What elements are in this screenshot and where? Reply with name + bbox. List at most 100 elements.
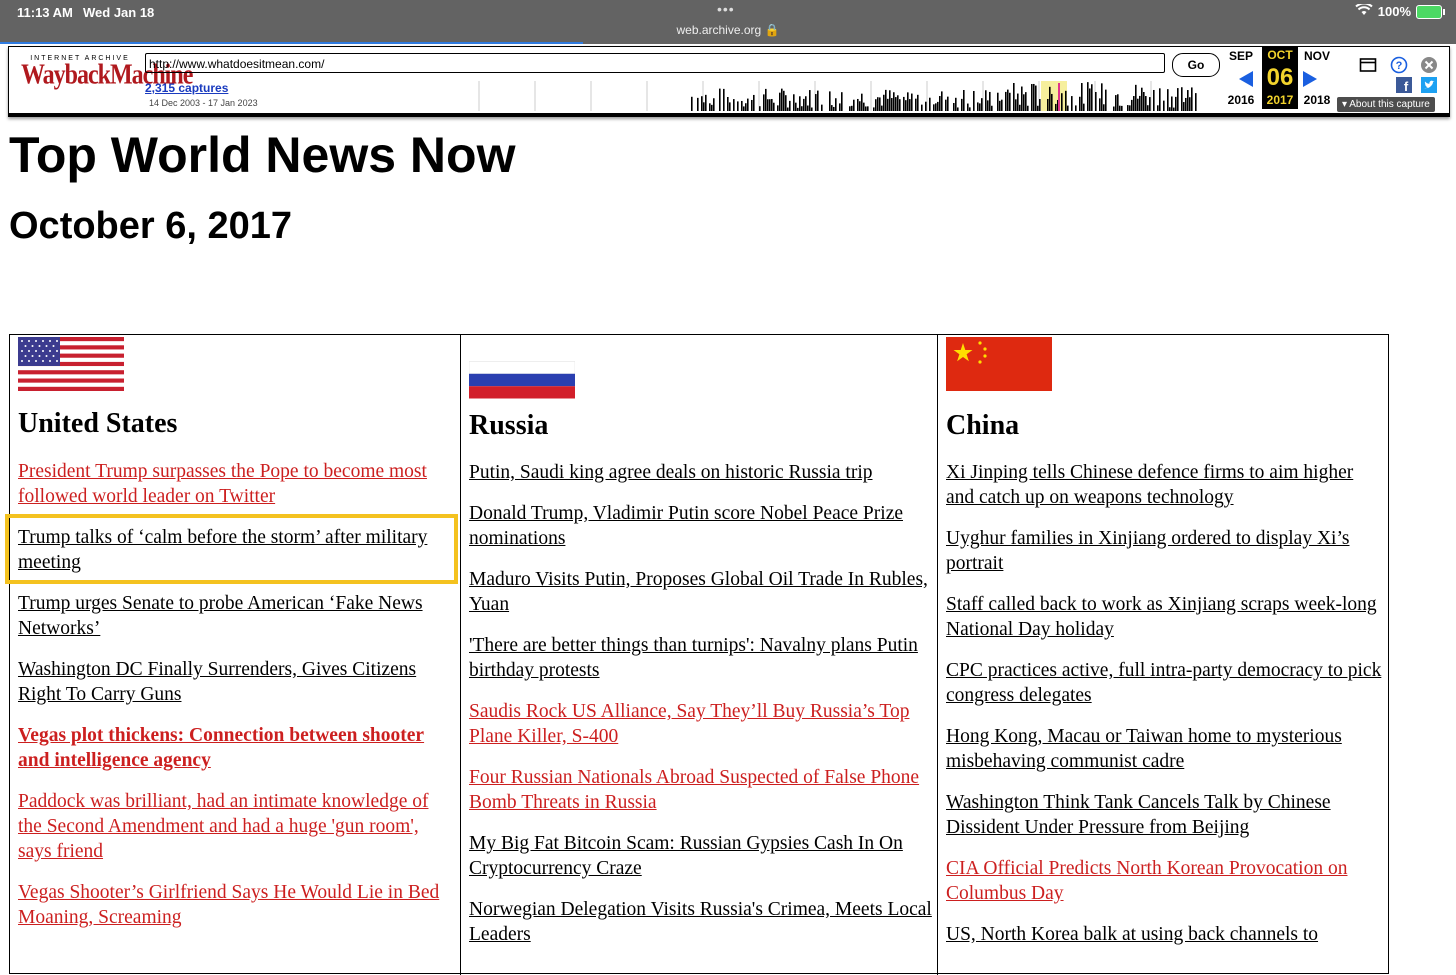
capture-bar — [1153, 89, 1155, 111]
capture-sparkline[interactable] — [469, 77, 1197, 111]
news-link[interactable]: CIA Official Predicts North Korean Provo… — [946, 856, 1384, 906]
capture-bar — [709, 103, 711, 111]
country-heading: Russia — [469, 410, 549, 441]
wayback-toolbar: INTERNET ARCHIVE WaybackMachine http://w… — [8, 46, 1450, 117]
captures-link[interactable]: 2,315 captures — [145, 81, 228, 95]
news-link[interactable]: Uyghur families in Xinjiang ordered to d… — [946, 526, 1384, 576]
capture-bar — [929, 97, 931, 111]
news-link[interactable]: US, North Korea balk at using back chann… — [946, 922, 1384, 947]
capture-bar — [933, 104, 935, 111]
next-capture-arrow-icon[interactable] — [1303, 71, 1317, 87]
capture-bar — [789, 100, 791, 111]
news-link-list: Xi Jinping tells Chinese defence firms t… — [946, 460, 1384, 963]
capture-bar — [805, 96, 807, 111]
news-link[interactable]: Washington Think Tank Cancels Talk by Ch… — [946, 790, 1384, 840]
capture-bar — [1113, 106, 1115, 111]
capture-bar — [769, 99, 771, 111]
capture-bar — [941, 91, 943, 111]
capture-bar — [727, 96, 729, 111]
capture-bar — [1127, 105, 1129, 111]
capture-bar — [1137, 98, 1139, 111]
capture-bar — [797, 107, 799, 111]
twitter-icon[interactable] — [1421, 77, 1439, 95]
help-icon[interactable]: ? — [1390, 56, 1408, 74]
capture-bar — [835, 98, 837, 111]
capture-bar — [831, 105, 833, 111]
capture-bar — [907, 92, 909, 111]
capture-bar — [1159, 88, 1161, 111]
battery-percent: 100% — [1377, 4, 1411, 19]
capture-bar — [989, 91, 991, 111]
capture-bar — [1195, 93, 1197, 111]
capture-bar — [833, 106, 835, 111]
capture-bar — [863, 102, 865, 111]
capture-bar — [1049, 86, 1051, 111]
capture-bar — [765, 88, 767, 111]
capture-bar — [921, 104, 923, 111]
capture-bar — [1129, 105, 1131, 111]
news-link[interactable]: Donald Trump, Vladimir Putin score Nobel… — [469, 501, 933, 551]
close-icon[interactable] — [1420, 56, 1438, 74]
news-link[interactable]: Vegas plot thickens: Connection between … — [18, 723, 456, 773]
capture-bar — [1121, 105, 1123, 111]
capture-bar — [895, 97, 897, 111]
capture-bar — [785, 95, 787, 111]
news-link[interactable]: Norwegian Delegation Visits Russia's Cri… — [469, 897, 933, 947]
news-link[interactable]: Washington DC Finally Surrenders, Gives … — [18, 657, 456, 707]
capture-bar — [1039, 99, 1041, 111]
news-link[interactable]: Hong Kong, Macau or Taiwan home to myste… — [946, 724, 1384, 774]
wayback-logo[interactable]: INTERNET ARCHIVE WaybackMachine — [21, 55, 193, 103]
capture-bar — [925, 101, 927, 111]
capture-bar — [1023, 94, 1025, 111]
capture-bar — [1139, 95, 1141, 111]
address-bar[interactable]: web.archive.org 🔒 — [0, 23, 1456, 37]
news-link[interactable]: Putin, Saudi king agree deals on histori… — [469, 460, 933, 485]
capture-bar — [1187, 90, 1189, 111]
capture-bar — [1009, 92, 1011, 111]
more-dots-icon[interactable]: ••• — [717, 1, 735, 17]
next-year-link[interactable]: 2018 — [1299, 93, 1335, 107]
news-link[interactable]: Four Russian Nationals Abroad Suspected … — [469, 765, 933, 815]
news-link[interactable]: President Trump surpasses the Pope to be… — [18, 459, 456, 509]
us-flag-icon — [18, 337, 124, 391]
calendar-icon[interactable] — [1359, 56, 1377, 74]
capture-bar — [1037, 105, 1039, 111]
capture-bar — [703, 102, 705, 111]
capture-bar — [935, 103, 937, 111]
news-link[interactable]: 'There are better things than turnips': … — [469, 633, 933, 683]
status-indicators: 100% — [1355, 2, 1445, 19]
news-link[interactable]: Saudis Rock US Alliance, Say They’ll Buy… — [469, 699, 933, 749]
capture-bar — [745, 103, 747, 111]
capture-bar — [883, 94, 885, 111]
capture-bar — [903, 96, 905, 111]
capture-bar — [771, 98, 773, 111]
news-link[interactable]: My Big Fat Bitcoin Scam: Russian Gypsies… — [469, 831, 933, 881]
prev-year-link[interactable]: 2016 — [1223, 93, 1259, 107]
capture-bar — [729, 102, 731, 111]
news-link[interactable]: Staff called back to work as Xinjiang sc… — [946, 592, 1384, 642]
wifi-icon — [1355, 2, 1373, 19]
go-button[interactable]: Go — [1172, 53, 1220, 77]
prev-capture-arrow-icon[interactable] — [1239, 71, 1253, 87]
capture-bar — [981, 98, 983, 111]
capture-bar — [1099, 98, 1101, 111]
news-link[interactable]: Maduro Visits Putin, Proposes Global Oil… — [469, 567, 933, 617]
news-link[interactable]: Vegas Shooter’s Girlfriend Says He Would… — [18, 880, 456, 930]
capture-bar — [1173, 107, 1175, 111]
news-link[interactable]: Trump urges Senate to probe American ‘Fa… — [18, 591, 456, 641]
current-capture-marker — [1058, 83, 1060, 111]
capture-bar — [849, 106, 851, 111]
news-link[interactable]: Xi Jinping tells Chinese defence firms t… — [946, 460, 1384, 510]
news-link[interactable]: Paddock was brilliant, had an intimate k… — [18, 789, 456, 864]
capture-bar — [1075, 105, 1077, 111]
capture-bar — [1171, 96, 1173, 111]
about-capture-dropdown[interactable]: ▾ About this capture — [1337, 97, 1435, 112]
capture-bar — [747, 98, 749, 111]
capture-bar — [1083, 103, 1085, 111]
facebook-icon[interactable]: f — [1396, 77, 1414, 95]
wayback-url-input[interactable]: http://www.whatdoesitmean.com/ — [145, 53, 1165, 73]
capture-bar — [1051, 93, 1053, 111]
prev-month-link[interactable]: SEP — [1223, 49, 1259, 63]
next-month-link[interactable]: NOV — [1299, 49, 1335, 63]
news-link[interactable]: CPC practices active, full intra-party d… — [946, 658, 1384, 708]
